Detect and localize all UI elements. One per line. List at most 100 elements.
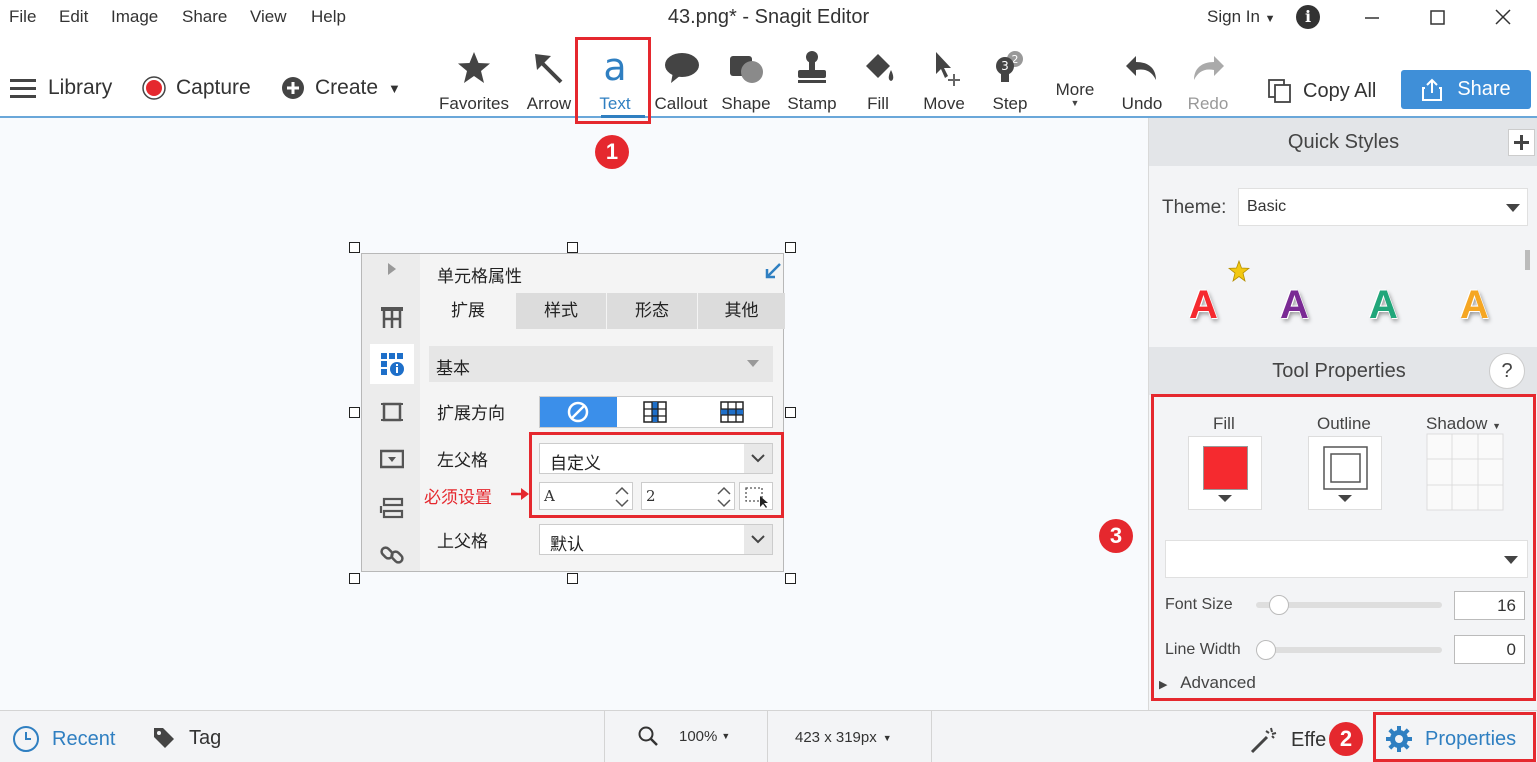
style-swatch-red[interactable]: A (1189, 283, 1218, 328)
maximize-icon[interactable] (1422, 3, 1452, 31)
style-swatch-purple[interactable]: A (1280, 283, 1309, 328)
clock-icon (13, 726, 39, 752)
annotation-box-text-tool (575, 37, 651, 124)
no-expand-option (540, 397, 617, 427)
chevron-down-icon: ▼ (388, 80, 401, 96)
create-button[interactable]: Create ▼ (281, 76, 401, 100)
dialog-title: 单元格属性 (437, 267, 522, 287)
capture-button[interactable]: Capture (142, 76, 251, 100)
tool-favorites[interactable]: Favorites (434, 48, 514, 118)
effects-label: Effe (1291, 728, 1327, 751)
speech-bubble-icon (665, 53, 699, 83)
menu-edit[interactable]: Edit (59, 7, 88, 27)
resize-handle[interactable] (785, 242, 796, 253)
divider (931, 711, 932, 762)
tag-icon (154, 728, 174, 748)
menu-view[interactable]: View (250, 7, 287, 27)
close-icon[interactable] (1488, 3, 1518, 31)
dropdown-widget-icon (380, 449, 404, 469)
annotation-box-properties (1373, 712, 1536, 762)
effects-button[interactable]: Effe (1249, 725, 1326, 755)
divider (604, 711, 605, 762)
sign-in-label: Sign In (1207, 7, 1260, 26)
share-icon (1422, 78, 1443, 101)
dialog-tab-style: 样式 (516, 293, 606, 329)
vertical-expand-icon (643, 401, 667, 423)
resize-handle[interactable] (349, 242, 360, 253)
arrow-icon (535, 54, 563, 84)
zoom-value: 100% (679, 727, 718, 745)
svg-text:3: 3 (1001, 59, 1009, 73)
divider (767, 711, 768, 762)
help-button[interactable]: ? (1489, 353, 1525, 389)
tag-button[interactable]: Tag (151, 725, 221, 751)
frame-icon (381, 402, 403, 422)
resize-handle[interactable] (567, 242, 578, 253)
share-button[interactable]: Share (1401, 70, 1531, 109)
theme-select[interactable]: Basic (1238, 188, 1528, 226)
dialog-tab-expand: 扩展 (423, 293, 513, 329)
dialog-section-header: 基本 (429, 346, 773, 382)
style-swatch-orange[interactable]: A (1460, 283, 1489, 328)
step-numbers-icon: 23 (996, 51, 1023, 82)
shape-icon (730, 56, 763, 83)
style-swatch-green[interactable]: A (1369, 283, 1398, 328)
resize-handle[interactable] (349, 573, 360, 584)
paint-bucket-icon (866, 54, 894, 81)
tag-label: Tag (189, 726, 222, 749)
top-parent-label: 上父格 (437, 532, 488, 552)
resize-handle[interactable] (567, 573, 578, 584)
resize-handle[interactable] (785, 407, 796, 418)
chevron-down-icon: ▼ (882, 732, 892, 743)
menu-file[interactable]: File (9, 7, 36, 27)
chevron-down-icon (1506, 204, 1520, 212)
red-arrow-icon (511, 488, 529, 500)
resize-handle[interactable] (785, 573, 796, 584)
captured-image[interactable]: 单元格属性 扩展 样式 形态 其他 基本 扩展方向 左父格 自定义 必须设置 A… (361, 253, 785, 572)
copy-all-button[interactable]: Copy All (1267, 78, 1376, 104)
sign-in-button[interactable]: Sign In ▼ (1207, 7, 1276, 27)
quick-styles-header: Quick Styles (1149, 118, 1537, 166)
expand-direction-selector (539, 396, 773, 428)
plus-icon (1514, 135, 1529, 150)
toolbar: Library Capture Create ▼ Favorites Arrow… (0, 34, 1537, 118)
minimize-icon[interactable] (1357, 3, 1387, 31)
recent-label: Recent (52, 727, 116, 750)
chevron-down-icon (751, 535, 765, 544)
theme-label: Theme: (1162, 197, 1227, 218)
create-label: Create (315, 76, 379, 99)
tool-properties-title: Tool Properties (1272, 360, 1406, 382)
library-label: Library (48, 76, 113, 99)
chevron-down-icon: ▼ (721, 731, 731, 741)
recent-button[interactable]: Recent (12, 725, 115, 753)
copy-all-label: Copy All (1303, 79, 1377, 102)
resize-handle[interactable] (349, 407, 360, 418)
add-style-button[interactable] (1508, 129, 1535, 156)
chevron-down-icon: ▼ (1264, 13, 1276, 25)
copy-icon (1268, 79, 1291, 103)
dialog-tab-form: 形态 (607, 293, 697, 329)
dimensions-control[interactable]: 423 x 319px ▼ (795, 729, 892, 746)
tool-redo[interactable]: Redo (1168, 48, 1248, 118)
record-icon (142, 76, 166, 100)
step-marker-2: 2 (1329, 722, 1363, 756)
library-button[interactable]: Library (10, 76, 112, 100)
menu-help[interactable]: Help (311, 7, 346, 27)
move-cursor-icon (936, 52, 960, 86)
info-icon[interactable]: i (1296, 5, 1320, 29)
left-parent-label: 左父格 (437, 451, 488, 471)
required-note: 必须设置 (424, 488, 492, 508)
quick-styles-title: Quick Styles (1287, 131, 1400, 153)
menu-image[interactable]: Image (111, 7, 158, 27)
form-layout-icon (379, 497, 404, 519)
favorite-star-icon (1228, 260, 1250, 282)
collapse-arrow-icon (765, 263, 781, 279)
section-label: 基本 (436, 359, 470, 379)
menu-share[interactable]: Share (182, 7, 227, 27)
scrollbar-thumb[interactable] (1525, 250, 1530, 270)
annotation-box-tool-properties (1151, 394, 1536, 701)
top-parent-value: 默认 (550, 535, 584, 555)
zoom-control[interactable]: 100% ▼ (637, 725, 730, 747)
redo-icon (1194, 56, 1224, 80)
tool-label: Redo (1187, 94, 1229, 113)
